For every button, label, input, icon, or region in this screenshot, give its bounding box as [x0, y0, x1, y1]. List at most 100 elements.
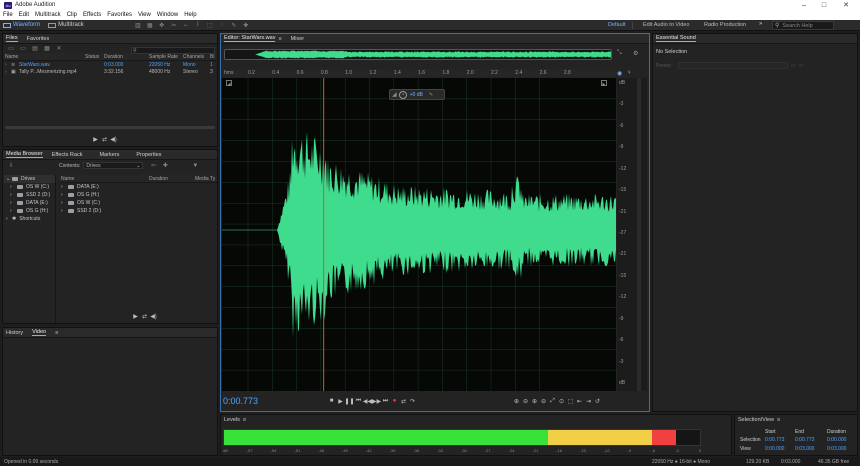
list-item[interactable]: › DATA (E:)	[59, 183, 217, 191]
zoom-left-icon[interactable]: ⇤	[575, 397, 584, 405]
timecode-options-icon[interactable]: ◉	[617, 70, 622, 77]
waveform-display[interactable]: ◢ ◣ ◢ ◔ +0 dB ✎	[222, 78, 616, 391]
expand-icon[interactable]: ›	[4, 216, 10, 222]
close-file-icon[interactable]: ✕	[55, 45, 63, 52]
menu-multitrack[interactable]: Multitrack	[35, 12, 61, 18]
col-channels[interactable]: Channels	[183, 54, 210, 60]
tree-item-drives[interactable]: ⌄ Drives	[4, 175, 55, 183]
new-file-icon[interactable]: ▤	[31, 45, 39, 52]
rewind-icon[interactable]: ◀◀	[363, 397, 372, 405]
open-file-icon[interactable]: ▭	[7, 45, 15, 52]
selection-view-title[interactable]: Selection/View	[738, 417, 774, 423]
selection-duration[interactable]: 0:00.000	[827, 437, 846, 443]
menu-file[interactable]: File	[3, 12, 13, 18]
expand-icon[interactable]: ›	[61, 200, 66, 206]
editor-panel-menu-icon[interactable]: ≡	[278, 36, 281, 42]
tree-item-drive[interactable]: › OS G (H:)	[4, 207, 55, 215]
stop-icon[interactable]: ■	[327, 397, 336, 405]
brush-tool-icon[interactable]: ✎	[230, 22, 238, 29]
vertical-zoom-scrollbar[interactable]	[637, 78, 641, 391]
zoom-fit-icon[interactable]: ⤡	[617, 50, 622, 57]
zoom-out-time-icon[interactable]: ⊖	[539, 397, 548, 405]
menu-window[interactable]: Window	[157, 12, 178, 18]
col-name[interactable]: Name	[59, 176, 149, 182]
menu-help[interactable]: Help	[184, 12, 196, 18]
view-start[interactable]: 0:00.000	[765, 446, 784, 452]
expand-icon[interactable]: ⌄	[4, 176, 10, 182]
expand-icon[interactable]: ›	[61, 192, 66, 198]
search-help-box[interactable]: ⚲ Search Help	[772, 21, 834, 30]
zoom-right-icon[interactable]: ⇥	[584, 397, 593, 405]
zoom-in-time-icon[interactable]: ⊕	[530, 397, 539, 405]
import-file-icon[interactable]: ▭	[19, 45, 27, 52]
view-duration[interactable]: 0:03.000	[827, 446, 846, 452]
workspace-edit-audio-video[interactable]: Edit Audio to Video	[643, 22, 689, 28]
hud-toggle-right-icon[interactable]: ◣	[601, 80, 607, 86]
skip-selection-icon[interactable]: ↷	[408, 397, 417, 405]
add-shortcut-icon[interactable]: ✚	[161, 162, 169, 169]
spectral-pitch-icon[interactable]: ▦	[146, 22, 154, 29]
tab-favorites[interactable]: Favorites	[27, 36, 50, 42]
razor-tool-icon[interactable]: ✂	[170, 22, 178, 29]
expand-icon[interactable]: ›	[61, 208, 66, 214]
spot-healing-icon[interactable]: ✚	[242, 22, 250, 29]
essential-sound-title[interactable]: Essential Sound	[656, 35, 696, 42]
expand-icon[interactable]: ›	[3, 62, 11, 68]
tree-item-shortcuts[interactable]: › ✱ Shortcuts	[4, 215, 55, 223]
zoom-reset-icon[interactable]: ↺	[593, 397, 602, 405]
slip-tool-icon[interactable]: ↔	[182, 22, 190, 29]
expand-icon[interactable]: ›	[61, 184, 66, 190]
volume-value[interactable]: +0 dB	[410, 92, 423, 98]
expand-icon[interactable]: ›	[10, 208, 15, 214]
minimize-icon[interactable]: –	[794, 0, 814, 10]
zoom-in-amplitude-icon[interactable]: ⊕	[512, 397, 521, 405]
file-row[interactable]: › ≋ StarWars.wav 0:03.000 22050 Hz Mono …	[3, 61, 217, 68]
tab-effects-rack[interactable]: Effects Rack	[52, 152, 83, 158]
expand-icon[interactable]: ›	[10, 200, 15, 206]
tab-media-browser[interactable]: Media Browser	[6, 151, 43, 158]
tree-item-drive[interactable]: › DATA (E:)	[4, 199, 55, 207]
more-workspaces-icon[interactable]: »	[759, 21, 762, 27]
fast-forward-icon[interactable]: ▶▶	[372, 397, 381, 405]
tab-editor[interactable]: Editor: StarWars.wav	[224, 35, 276, 42]
volume-icon[interactable]: ◀)	[109, 135, 118, 143]
col-status[interactable]: Status	[85, 54, 104, 60]
zoom-selection-icon[interactable]: ⬚	[566, 397, 575, 405]
spectral-frequency-icon[interactable]: ▥	[134, 22, 142, 29]
loop-preview-icon[interactable]: ⇄	[100, 135, 109, 143]
waveform-overview[interactable]	[224, 49, 612, 60]
maximize-icon[interactable]: □	[814, 0, 834, 10]
list-item[interactable]: › SSD 2 (D:)	[59, 207, 217, 215]
delete-preset-icon[interactable]: ▭	[799, 63, 804, 69]
play-preview-icon[interactable]: ▶	[91, 135, 100, 143]
menu-favorites[interactable]: Favorites	[107, 12, 132, 18]
tab-markers[interactable]: Markers	[99, 152, 119, 158]
menu-effects[interactable]: Effects	[83, 12, 101, 18]
list-item[interactable]: › OS G (H:)	[59, 191, 217, 199]
time-selection-tool-icon[interactable]: I	[194, 22, 202, 29]
lasso-tool-icon[interactable]: ◌	[218, 22, 226, 29]
expand-icon[interactable]: ›	[10, 184, 15, 190]
go-to-end-icon[interactable]: ⏭	[381, 397, 390, 405]
list-item[interactable]: › OS W (C:)	[59, 199, 217, 207]
col-name[interactable]: Name	[3, 54, 85, 60]
loop-preview-icon[interactable]: ⇄	[140, 312, 149, 320]
current-time-display[interactable]: 0:00.773	[223, 396, 258, 406]
col-sample-rate[interactable]: Sample Rate	[149, 54, 183, 60]
expand-icon[interactable]: ›	[10, 192, 15, 198]
move-tool-icon[interactable]: ✥	[158, 22, 166, 29]
panel-menu-icon[interactable]: ≡	[55, 330, 58, 336]
insert-icon[interactable]: ▦	[43, 45, 51, 52]
tab-history[interactable]: History	[6, 330, 23, 336]
marquee-tool-icon[interactable]: ⬚	[206, 22, 214, 29]
tab-properties[interactable]: Properties	[136, 152, 161, 158]
preset-dropdown[interactable]	[677, 62, 788, 69]
tree-item-drive[interactable]: › OS W (C:)	[4, 183, 55, 191]
hud-pin-icon[interactable]: ✎	[429, 92, 433, 98]
workspace-default[interactable]: Default	[608, 22, 625, 28]
col-bits[interactable]: Bi	[210, 54, 216, 60]
hud-toggle-icon[interactable]: ◢	[226, 80, 232, 86]
overview-settings-icon[interactable]: ⚙	[633, 50, 638, 57]
contents-dropdown[interactable]: Drives ⌄	[83, 162, 144, 169]
col-duration[interactable]: Duration	[104, 54, 149, 60]
